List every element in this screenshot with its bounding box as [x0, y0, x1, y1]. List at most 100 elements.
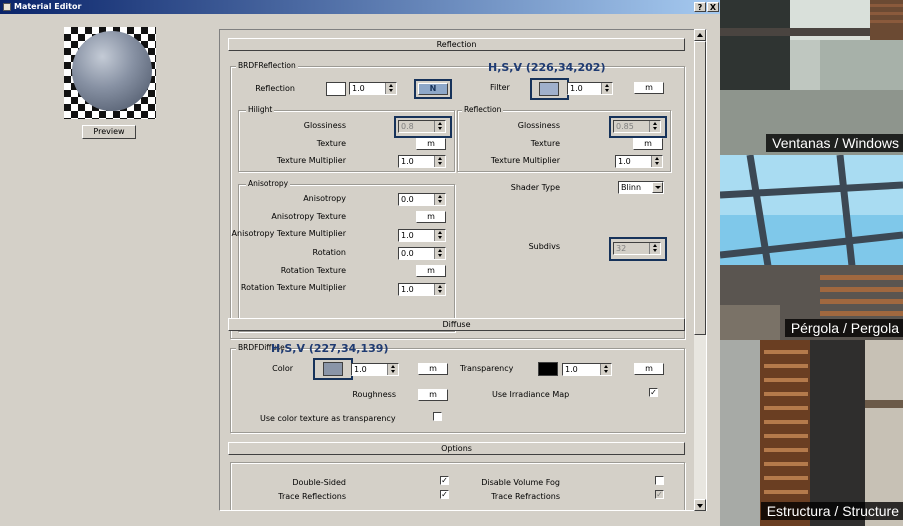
- title-bar[interactable]: Material Editor ? X: [0, 0, 720, 14]
- scroll-thumb[interactable]: [694, 41, 706, 335]
- panel-scrollbar[interactable]: [694, 29, 706, 511]
- anisotropy-spinner[interactable]: 0.0: [398, 193, 446, 206]
- reflection-subgroup-title: Reflection: [462, 105, 504, 114]
- transparency-amount-spinner[interactable]: 1.0: [562, 363, 612, 376]
- roughness-map-button[interactable]: m: [418, 389, 448, 401]
- rotation-texture-label: Rotation Texture: [280, 266, 346, 275]
- spinner-arrows-icon[interactable]: [434, 121, 445, 132]
- filter-map-button[interactable]: m: [634, 82, 664, 94]
- filter-amount-value: 1.0: [570, 84, 583, 93]
- subdivs-label: Subdivs: [528, 242, 560, 251]
- preview-sphere: [72, 31, 152, 111]
- hilight-texture-multiplier-spinner[interactable]: 1.0: [398, 155, 446, 168]
- spinner-arrows-icon[interactable]: [649, 243, 660, 254]
- reflection-amount-spinner[interactable]: 1.0: [349, 82, 397, 95]
- material-preview: [64, 27, 156, 119]
- reflection-amount-value: 1.0: [352, 84, 365, 93]
- reflection-color-swatch[interactable]: [326, 82, 346, 96]
- reflection-glossiness-value: 0.85: [616, 122, 634, 131]
- anisotropy-texture-multiplier-spinner[interactable]: 1.0: [398, 229, 446, 242]
- diffuse-section-header[interactable]: Diffuse: [228, 318, 685, 331]
- trace-refractions-checkbox[interactable]: ✓: [655, 490, 664, 499]
- diffuse-amount-spinner[interactable]: 1.0: [351, 363, 399, 376]
- shader-type-label: Shader Type: [510, 183, 560, 192]
- scroll-up-icon[interactable]: [694, 29, 706, 41]
- spinner-arrows-icon[interactable]: [651, 156, 662, 167]
- disable-volume-fog-checkbox[interactable]: [655, 476, 664, 485]
- spinner-arrows-icon[interactable]: [649, 121, 660, 132]
- structure-photo: Estructura / Structure: [720, 340, 903, 526]
- anisotropy-group-title: Anisotropy: [246, 179, 291, 188]
- trace-reflections-checkbox[interactable]: ✓: [440, 490, 449, 499]
- hilight-texture-multiplier-label: Texture Multiplier: [276, 156, 346, 165]
- diffuse-color-swatch[interactable]: [323, 362, 343, 376]
- rotation-texture-multiplier-spinner[interactable]: 1.0: [398, 283, 446, 296]
- spinner-arrows-icon[interactable]: [601, 83, 612, 94]
- anisotropy-texture-multiplier-label: Anisotropy Texture Multiplier: [231, 229, 346, 238]
- hilight-texture-button[interactable]: m: [416, 138, 446, 150]
- reflection-texture-label: Texture: [530, 139, 560, 148]
- options-section-header[interactable]: Options: [228, 442, 685, 455]
- preview-button[interactable]: Preview: [82, 125, 136, 139]
- hilight-glossiness-label: Glossiness: [303, 121, 346, 130]
- transparency-label: Transparency: [460, 364, 514, 373]
- diffuse-amount-value: 1.0: [354, 365, 367, 374]
- filter-amount-spinner[interactable]: 1.0: [567, 82, 613, 95]
- structure-scene-icon: [720, 340, 903, 526]
- rotation-spinner[interactable]: 0.0: [398, 247, 446, 260]
- shader-type-dropdown[interactable]: Blinn: [618, 181, 664, 194]
- rotation-texture-multiplier-value: 1.0: [401, 285, 414, 294]
- brdf-reflection-group-title: BRDFReflection: [236, 61, 298, 70]
- reflection-texture-button[interactable]: m: [633, 138, 663, 150]
- close-button[interactable]: X: [707, 2, 719, 12]
- rotation-texture-multiplier-label: Rotation Texture Multiplier: [240, 283, 346, 292]
- anisotropy-texture-multiplier-value: 1.0: [401, 231, 414, 240]
- chevron-down-icon[interactable]: [652, 182, 663, 193]
- hilight-group-title: Hilight: [246, 105, 275, 114]
- diffuse-hsv-annotation: H,S,V (227,34,139): [271, 342, 389, 355]
- anisotropy-label: Anisotropy: [303, 194, 346, 203]
- use-color-texture-checkbox[interactable]: [433, 412, 442, 421]
- use-irradiance-checkbox[interactable]: ✓: [649, 388, 658, 397]
- spinner-arrows-icon[interactable]: [434, 248, 445, 259]
- transparency-color-swatch[interactable]: [538, 362, 558, 376]
- reflection-section-header[interactable]: Reflection: [228, 38, 685, 51]
- rotation-label: Rotation: [312, 248, 346, 257]
- spinner-arrows-icon[interactable]: [434, 156, 445, 167]
- filter-label: Filter: [490, 83, 510, 92]
- rotation-value: 0.0: [401, 249, 414, 258]
- spinner-arrows-icon[interactable]: [387, 364, 398, 375]
- pergola-scene-icon: [720, 155, 903, 340]
- app-icon: [3, 3, 11, 11]
- subdivs-spinner[interactable]: 32: [613, 242, 661, 255]
- rotation-texture-button[interactable]: m: [416, 265, 446, 277]
- spinner-arrows-icon[interactable]: [600, 364, 611, 375]
- windows-caption: Ventanas / Windows: [766, 134, 903, 152]
- filter-color-swatch[interactable]: [539, 82, 559, 96]
- reflection-map-button[interactable]: N: [418, 83, 448, 95]
- spinner-arrows-icon[interactable]: [434, 194, 445, 205]
- double-sided-checkbox[interactable]: ✓: [440, 476, 449, 485]
- anisotropy-texture-button[interactable]: m: [416, 211, 446, 223]
- spinner-arrows-icon[interactable]: [434, 230, 445, 241]
- diffuse-color-map-button[interactable]: m: [418, 363, 448, 375]
- structure-caption: Estructura / Structure: [760, 502, 903, 520]
- option-label: Trace Reflections: [278, 492, 346, 501]
- transparency-map-button[interactable]: m: [634, 363, 664, 375]
- hilight-texture-multiplier-value: 1.0: [401, 157, 414, 166]
- subdivs-value: 32: [616, 244, 627, 253]
- scroll-down-icon[interactable]: [694, 499, 706, 511]
- spinner-arrows-icon[interactable]: [385, 83, 396, 94]
- shader-type-value: Blinn: [621, 183, 642, 192]
- hilight-texture-label: Texture: [316, 139, 346, 148]
- anisotropy-value: 0.0: [401, 195, 414, 204]
- reflection-texture-multiplier-spinner[interactable]: 1.0: [615, 155, 663, 168]
- help-button[interactable]: ?: [694, 2, 706, 12]
- spinner-arrows-icon[interactable]: [434, 284, 445, 295]
- hilight-glossiness-spinner[interactable]: 0.8: [398, 120, 446, 133]
- reflection-glossiness-label: Glossiness: [517, 121, 560, 130]
- windows-scene-icon: [720, 0, 903, 155]
- filter-hsv-annotation: H,S,V (226,34,202): [488, 61, 606, 74]
- reflection-glossiness-spinner[interactable]: 0.85: [613, 120, 661, 133]
- option-label: Double-Sided: [292, 478, 346, 487]
